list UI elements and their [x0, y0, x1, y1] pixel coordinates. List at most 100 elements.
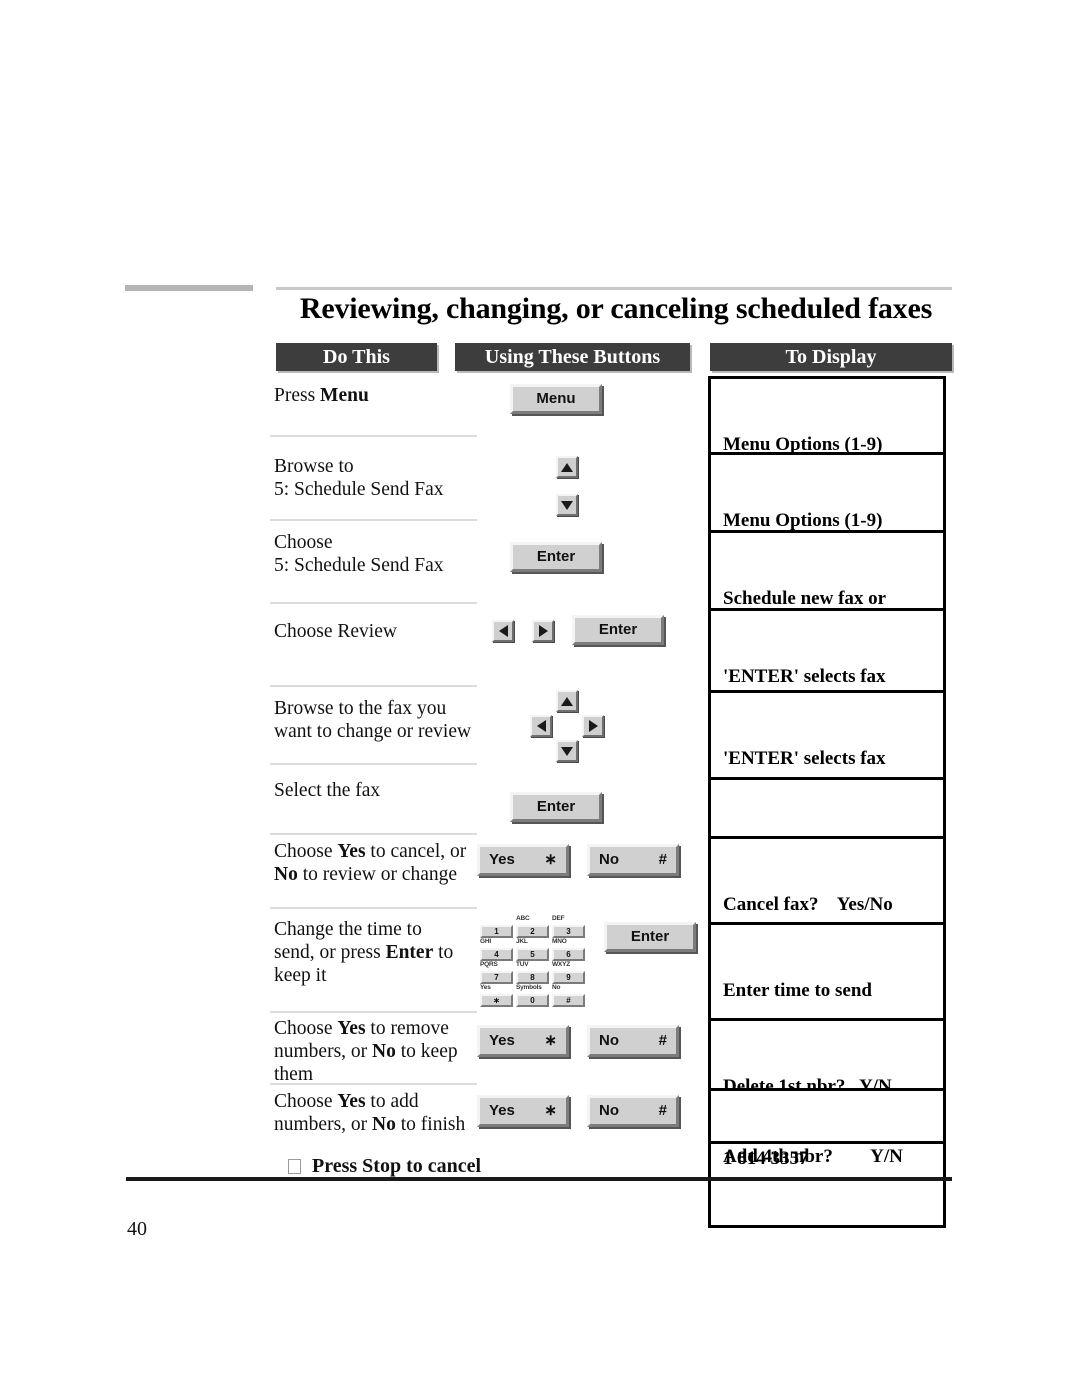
no-button-label: No [599, 1032, 619, 1049]
row-separator [270, 763, 477, 765]
checkbox-icon[interactable] [288, 1159, 301, 1174]
row-separator [270, 602, 477, 604]
footer-rule [126, 1177, 952, 1181]
keypad-key-label: # [552, 994, 585, 1007]
step-buttons: Enter [480, 606, 708, 688]
hash-icon: # [658, 1102, 667, 1119]
asterisk-icon: ∗ [544, 1102, 557, 1119]
arrow-right-button[interactable] [532, 620, 554, 642]
yes-button[interactable]: Yes ∗ [477, 1025, 569, 1057]
enter-button[interactable]: Enter [510, 792, 602, 822]
keypad-key-sublabel: DEF [552, 915, 565, 922]
keypad-key-3[interactable]: DEF 3 [552, 915, 585, 938]
step-instruction: Browse to 5: Schedule Send Fax [274, 456, 444, 500]
table-row: Choose Yes to remove numbers, or No to ke… [268, 1014, 958, 1228]
step-buttons: 1 ABC 2 DEF 3 GHI 4 JKL 5 MNO 6 PQRS 7 TUV 8 WXYZ 9 Yes ∗ S… [480, 910, 708, 1014]
arrow-right-button[interactable] [582, 715, 604, 737]
no-button[interactable]: No # [587, 844, 679, 876]
table-row: Change the time to send, or press Enter t… [268, 910, 958, 1132]
yes-button-label: Yes [489, 851, 515, 868]
arrow-left-button[interactable] [530, 715, 552, 737]
step-instruction: Press Menu [274, 385, 369, 406]
asterisk-icon: ∗ [544, 851, 557, 868]
keypad-key-label: 3 [552, 925, 585, 938]
keypad-key-label: 4 [480, 948, 513, 961]
keypad-key-2[interactable]: ABC 2 [516, 915, 549, 938]
keypad-key-sublabel: GHI [480, 938, 491, 945]
menu-button[interactable]: Menu [510, 384, 602, 414]
no-button-label: No [599, 851, 619, 868]
keypad-key-label: ∗ [480, 994, 513, 1007]
header-rule [276, 287, 952, 290]
triangle-left-icon [498, 625, 508, 637]
keypad-key-6[interactable]: MNO 6 [552, 938, 585, 961]
step-instruction: Select the fax [274, 780, 381, 801]
row-separator [270, 435, 477, 437]
arrow-down-button[interactable] [556, 494, 578, 516]
triangle-down-icon [561, 746, 573, 756]
keypad-key-sublabel: Yes [480, 984, 491, 991]
triangle-right-icon [538, 625, 548, 637]
yes-button-label: Yes [489, 1102, 515, 1119]
row-separator [270, 1083, 477, 1085]
keypad-key-label: 8 [516, 971, 549, 984]
table-row: Choose Review Enter 'ENTER' selects fax … [268, 606, 958, 818]
step-buttons [480, 688, 708, 768]
step-buttons: Yes ∗ No # [477, 1014, 708, 1086]
arrow-down-button[interactable] [556, 740, 578, 762]
row-separator [270, 1011, 477, 1013]
column-header-to-display: To Display [710, 343, 952, 371]
footer-note-text: Press Stop to cancel [312, 1155, 482, 1177]
keypad-key-5[interactable]: JKL 5 [516, 938, 549, 961]
keypad-key-label: 0 [516, 994, 549, 1007]
asterisk-icon: ∗ [544, 1032, 557, 1049]
yes-button[interactable]: Yes ∗ [477, 1095, 569, 1127]
step-buttons: Enter [480, 522, 708, 606]
hash-icon: # [658, 1032, 667, 1049]
keypad-key-9[interactable]: WXYZ 9 [552, 961, 585, 984]
table-row: Select the fax Enter Cancel fax? Yes/No … [268, 768, 958, 987]
keypad-key-0[interactable]: Symbols 0 [516, 984, 549, 1007]
keypad-key-hash[interactable]: No # [552, 984, 585, 1007]
keypad-key-7[interactable]: PQRS 7 [480, 961, 513, 984]
step-instruction: Change the time to send, or press Enter t… [274, 919, 454, 986]
enter-button[interactable]: Enter [510, 542, 602, 572]
yes-button[interactable]: Yes ∗ [477, 844, 569, 876]
row-separator [270, 833, 477, 835]
keypad-key-1[interactable]: 1 [480, 916, 513, 938]
yes-button-label: Yes [489, 1032, 515, 1049]
arrow-up-button[interactable] [556, 690, 578, 712]
step-buttons: Yes ∗ No # [477, 836, 708, 910]
no-button[interactable]: No # [587, 1025, 679, 1057]
keypad-key-sublabel: TUV [516, 961, 529, 968]
keypad-key-sublabel: PQRS [480, 961, 498, 968]
keypad-key-8[interactable]: TUV 8 [516, 961, 549, 984]
display-panel: Add 4th nbr? Y/N [708, 1088, 946, 1167]
keypad-key-sublabel: JKL [516, 938, 528, 945]
keypad-key-star[interactable]: Yes ∗ [480, 984, 513, 1007]
numeric-keypad[interactable]: 1 ABC 2 DEF 3 GHI 4 JKL 5 MNO 6 PQRS 7 TUV 8 WXYZ 9 Yes ∗ S… [480, 915, 585, 1007]
enter-button[interactable]: Enter [572, 615, 664, 645]
column-header-do-this: Do This [276, 343, 437, 371]
table-row: Choose Yes to cancel, or No to review or … [268, 836, 958, 1046]
column-header-using-these-buttons: Using These Buttons [455, 343, 690, 371]
page-number: 40 [127, 1218, 147, 1240]
keypad-key-sublabel: ABC [516, 915, 530, 922]
triangle-left-icon [536, 720, 546, 732]
triangle-down-icon [561, 500, 573, 510]
no-button-label: No [599, 1102, 619, 1119]
arrow-left-button[interactable] [492, 620, 514, 642]
triangle-right-icon [588, 720, 598, 732]
keypad-key-sublabel: Symbols [516, 984, 542, 991]
row-separator [270, 519, 477, 521]
keypad-key-label: 1 [480, 925, 513, 938]
enter-button[interactable]: Enter [604, 922, 696, 952]
table-column-headers: Do This Using These Buttons To Display [276, 343, 952, 371]
row-separator [270, 685, 477, 687]
keypad-key-4[interactable]: GHI 4 [480, 938, 513, 961]
arrow-up-button[interactable] [556, 456, 578, 478]
keypad-key-sublabel: No [552, 984, 561, 991]
no-button[interactable]: No # [587, 1095, 679, 1127]
step-instruction: Choose 5: Schedule Send Fax [274, 532, 444, 576]
step-buttons: Enter [480, 768, 708, 836]
